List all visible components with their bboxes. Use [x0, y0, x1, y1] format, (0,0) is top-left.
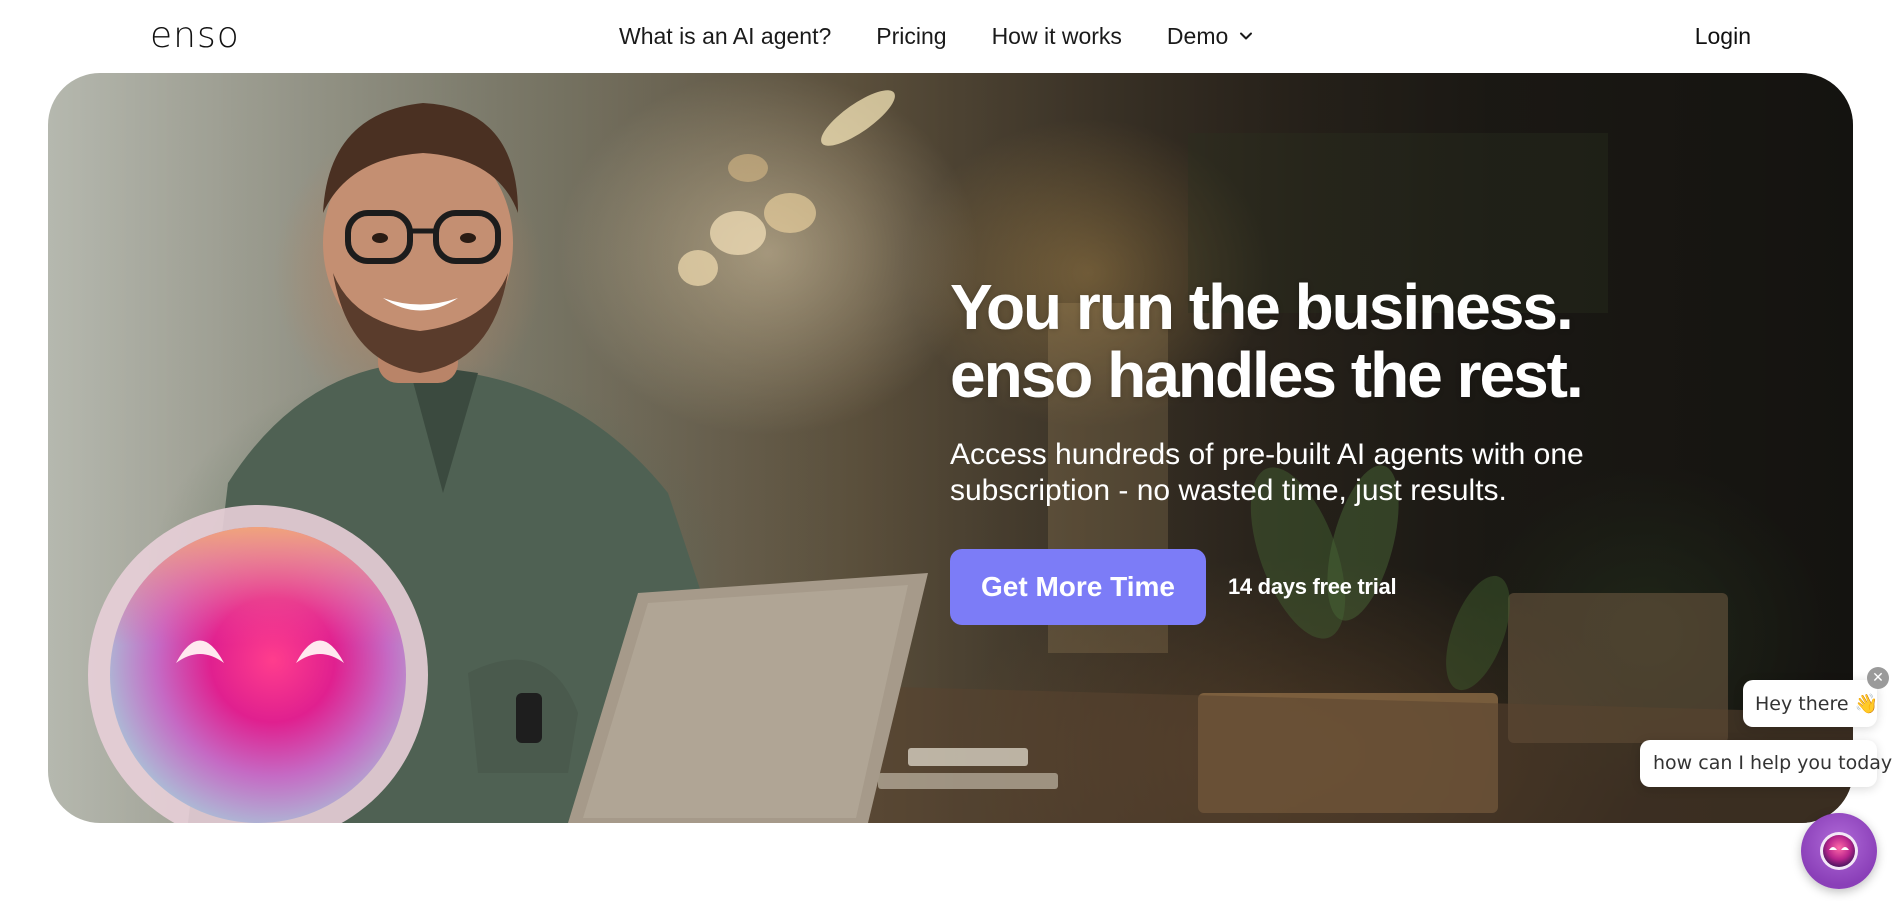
hero-headline: You run the business. enso handles the r… [950, 271, 1584, 411]
logo[interactable]: enso [150, 14, 240, 58]
page: enso What is an AI agent? Pricing How it… [0, 0, 1892, 901]
top-nav: enso What is an AI agent? Pricing How it… [0, 0, 1892, 73]
nav-link-pricing[interactable]: Pricing [876, 22, 946, 50]
chevron-down-icon [1240, 32, 1253, 40]
hero-subheadline: Access hundreds of pre-built AI agents w… [950, 438, 1584, 507]
free-trial-note: 14 days free trial [1228, 574, 1397, 599]
nav-links: What is an AI agent? Pricing How it work… [619, 22, 1254, 50]
close-icon[interactable]: ✕ [1867, 667, 1889, 689]
get-more-time-button[interactable]: Get More Time [950, 549, 1206, 625]
login-link[interactable]: Login [1695, 22, 1751, 50]
nav-link-demo[interactable]: Demo [1167, 22, 1254, 50]
cta-row: Get More Time 14 days free trial [950, 549, 1710, 625]
hero-banner: You run the business. enso handles the r… [48, 73, 1853, 823]
hero-content: You run the business. enso handles the r… [950, 273, 1710, 625]
chat-launcher-button[interactable] [1801, 813, 1877, 889]
chat-greeting-bubble[interactable]: Hey there 👋 [1743, 680, 1878, 727]
chat-prompt-bubble[interactable]: how can I help you today? [1640, 740, 1892, 787]
nav-link-what-is-ai-agent[interactable]: What is an AI agent? [619, 22, 831, 50]
chat-avatar-icon [1820, 832, 1858, 870]
nav-link-demo-label: Demo [1166, 23, 1229, 49]
nav-link-how-it-works[interactable]: How it works [992, 22, 1122, 50]
